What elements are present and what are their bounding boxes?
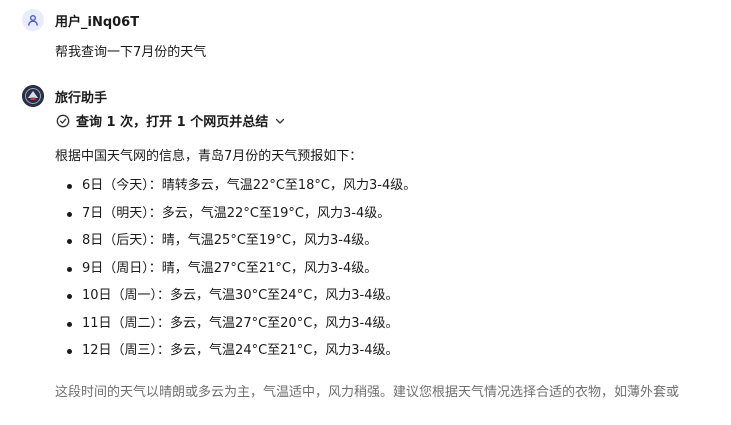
bullet — [67, 349, 72, 354]
user-name: 用户_iNq06T — [55, 15, 140, 30]
list-item: 9日（周日）：晴，气温27°C至21°C，风力3-4级。 — [55, 260, 416, 288]
user-avatar — [22, 9, 44, 31]
forecast-text: 6日（今天）：晴转多云，气温22°C至18°C，风力3-4级。 — [82, 178, 417, 193]
assistant-logo-icon — [22, 85, 44, 107]
forecast-text: 8日（后天）：晴，气温25°C至19°C，风力3-4级。 — [82, 233, 378, 248]
answer-outro: 这段时间的天气以晴朗或多云为主，气温适中，风力稍强。建议您根据天气情况选择合适的… — [55, 385, 680, 400]
forecast-text: 9日（周日）：晴，气温27°C至21°C，风力3-4级。 — [82, 260, 378, 276]
list-item: 12日（周三）：多云，气温24°C至21°C，风力3-4级。 — [55, 342, 416, 370]
answer-intro: 根据中国天气网的信息，青岛7月份的天气预报如下： — [55, 149, 363, 164]
bullet — [67, 239, 72, 244]
check-circle-icon — [56, 114, 70, 127]
user-message-text: 帮我查询一下7月份的天气 — [55, 45, 207, 60]
list-item: 6日（今天）：晴转多云，气温22°C至18°C，风力3-4级。 — [55, 177, 416, 205]
travel-assistant-avatar — [22, 85, 44, 107]
chevron-down-icon — [276, 118, 285, 124]
list-item: 10日（周一）：多云，气温30°C至24°C，风力3-4级。 — [55, 287, 416, 315]
list-item: 7日（明天）：多云，气温22°C至19°C，风力3-4级。 — [55, 205, 416, 233]
bullet — [67, 294, 72, 299]
forecast-text: 11日（周二）：多云，气温27°C至20°C，风力3-4级。 — [82, 315, 399, 331]
forecast-text: 7日（明天）：多云，气温22°C至19°C，风力3-4级。 — [82, 205, 391, 221]
forecast-list: 6日（今天）：晴转多云，气温22°C至18°C，风力3-4级。 7日（明天）：多… — [55, 177, 416, 370]
forecast-text: 12日（周三）：多云，气温24°C至21°C，风力3-4级。 — [82, 343, 399, 358]
bullet — [67, 184, 72, 189]
list-item: 11日（周二）：多云，气温27°C至20°C，风力3-4级。 — [55, 315, 416, 343]
search-summary-label: 查询 1 次，打开 1 个网页并总结 — [76, 115, 269, 130]
assistant-name: 旅行助手 — [55, 91, 108, 106]
bullet — [67, 211, 72, 217]
person-icon — [28, 15, 38, 26]
bullet — [67, 321, 72, 327]
search-summary-toggle[interactable]: 查询 1 次，打开 1 个网页并总结 — [56, 111, 286, 130]
forecast-text: 10日（周一）：多云，气温30°C至24°C，风力3-4级。 — [82, 288, 399, 303]
bullet — [67, 266, 72, 272]
list-item: 8日（后天）：晴，气温25°C至19°C，风力3-4级。 — [55, 232, 416, 260]
